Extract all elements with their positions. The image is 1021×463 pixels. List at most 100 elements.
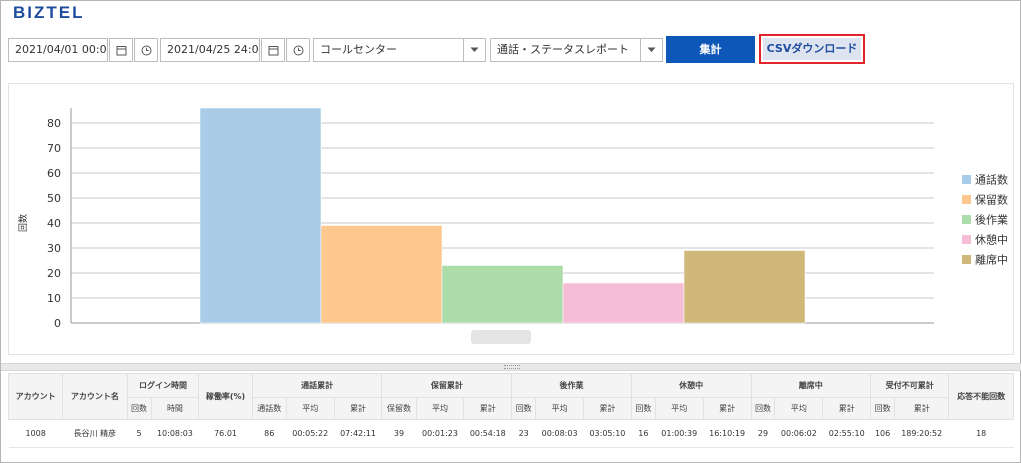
column-group-header[interactable]: 保留累計 [381, 373, 513, 398]
table-cell: 01:00:39 [655, 419, 704, 448]
table-cell: 00:05:22 [286, 419, 335, 448]
table-row[interactable]: 1008 長谷川 精彦 5 10:08:03 76.01 86 00:05:22 07:42:… [8, 419, 1014, 448]
table-cell: 23 [511, 419, 536, 448]
column-sub-header[interactable]: 時間 [150, 397, 200, 420]
column-group-header[interactable]: 通話累計 [251, 373, 383, 398]
legend-swatch [962, 215, 971, 224]
panel-splitter[interactable] [1, 363, 1021, 371]
end-datetime-input[interactable]: 2021/04/25 24:00 [160, 38, 260, 62]
csv-download-button[interactable]: CSVダウンロード [759, 34, 865, 64]
column-group-header[interactable]: 休憩中 [630, 373, 752, 398]
group-select-value: コールセンター [320, 43, 397, 56]
chevron-down-icon[interactable] [640, 39, 662, 61]
header-row-sub: 回数 時間 通話数 平均 累計 保留数 平均 累計 回数 平均 累計 回数 平均 累計 回数 平均 累計 回数 累計 [9, 397, 1014, 420]
legend-label: 後作業 [975, 213, 1008, 227]
table-cell: 1008 [8, 419, 63, 448]
report-type-value: 通話・ステータスレポート [497, 43, 629, 56]
y-tick-label: 70 [47, 142, 61, 155]
bar-3 [441, 265, 564, 324]
table-cell: 00:54:18 [463, 419, 512, 448]
column-group-header[interactable]: アカウント [7, 373, 64, 420]
start-clock-icon[interactable] [134, 38, 158, 62]
table-cell: 00:01:23 [416, 419, 464, 448]
table-cell: 16:10:19 [703, 419, 751, 448]
table-cell: 39 [381, 419, 417, 448]
y-axis-label: 回数 [17, 214, 29, 232]
table-cell: 00:06:02 [774, 419, 823, 448]
column-group-header[interactable]: アカウント名 [62, 373, 128, 420]
report-table-header: アカウント アカウント名 ログイン時間 稼働率(%) 通話累計 保留累計 後作業 休憩中 離席中… [7, 373, 1014, 420]
column-group-header[interactable]: 後作業 [511, 373, 632, 398]
column-sub-header[interactable]: 通話数 [251, 397, 287, 420]
aggregate-button[interactable]: 集計 [666, 36, 755, 63]
table-cell: 03:05:10 [583, 419, 632, 448]
y-tick-label: 0 [54, 317, 61, 330]
header-row-groups: アカウント アカウント名 ログイン時間 稼働率(%) 通話累計 保留累計 後作業 休憩中 離席中… [7, 373, 1014, 420]
table-cell: 76.01 [198, 419, 253, 448]
table-cell: 00:08:03 [535, 419, 584, 448]
column-sub-header[interactable]: 回数 [870, 397, 896, 420]
bar-2 [320, 225, 443, 324]
start-calendar-icon[interactable] [109, 38, 133, 62]
legend-label: 通話数 [975, 173, 1008, 187]
legend-swatch [962, 235, 971, 244]
legend-label: 保留数 [975, 193, 1008, 207]
column-sub-header[interactable]: 回数 [630, 397, 656, 420]
y-tick-label: 10 [47, 292, 61, 305]
y-tick-label: 80 [47, 117, 61, 130]
y-tick-label: 40 [47, 217, 61, 230]
column-sub-header[interactable]: 累計 [702, 397, 752, 420]
chevron-down-icon[interactable] [463, 39, 485, 61]
end-calendar-icon[interactable] [261, 38, 285, 62]
column-sub-header[interactable]: 平均 [535, 397, 585, 420]
column-sub-header[interactable]: 保留数 [381, 397, 417, 420]
report-type-select[interactable]: 通話・ステータスレポート [490, 38, 663, 62]
table-cell: 106 [870, 419, 895, 448]
table-cell: 86 [252, 419, 287, 448]
column-sub-header[interactable]: 回数 [750, 397, 776, 420]
column-sub-header[interactable]: 回数 [511, 397, 537, 420]
table-cell: 18 [948, 419, 1014, 448]
y-tick-label: 20 [47, 267, 61, 280]
table-cell: 29 [751, 419, 775, 448]
column-sub-header[interactable]: 平均 [285, 397, 335, 420]
legend-swatch [962, 255, 971, 264]
table-cell: 07:42:11 [334, 419, 382, 448]
column-group-header[interactable]: ログイン時間 [126, 373, 200, 398]
category-label-redacted [471, 330, 531, 344]
report-table: アカウント アカウント名 ログイン時間 稼働率(%) 通話累計 保留累計 後作業 休憩中 離席中… [7, 373, 1014, 448]
end-clock-icon[interactable] [286, 38, 310, 62]
column-group-header[interactable]: 稼働率(%) [198, 373, 253, 420]
splitter-grip[interactable] [504, 365, 520, 369]
legend-swatch [962, 195, 971, 204]
biztel-logo: BIZTEL [13, 3, 85, 22]
column-sub-header[interactable]: 累計 [583, 397, 632, 420]
table-cell: 5 [127, 419, 152, 448]
bar-5 [683, 250, 806, 324]
group-select[interactable]: コールセンター [313, 38, 486, 62]
bar-chart: 0 10 20 30 40 50 60 70 80 回数 通話数保留数後作業休憩中離席中 [17, 107, 1008, 344]
column-sub-header[interactable]: 回数 [126, 397, 152, 420]
column-group-header[interactable]: 受付不可累計 [870, 373, 950, 398]
column-sub-header[interactable]: 累計 [333, 397, 383, 420]
csv-download-label: CSVダウンロード [763, 38, 861, 60]
bar-4 [562, 282, 685, 324]
column-group-header[interactable]: 離席中 [750, 373, 872, 398]
y-tick-label: 50 [47, 192, 61, 205]
column-sub-header[interactable]: 累計 [463, 397, 513, 420]
column-sub-header[interactable]: 平均 [415, 397, 465, 420]
column-group-header[interactable]: 応答不能回数 [948, 373, 1014, 420]
y-tick-label: 60 [47, 167, 61, 180]
legend-swatch [962, 175, 971, 184]
table-cell: 10:08:03 [151, 419, 199, 448]
column-sub-header[interactable]: 累計 [822, 397, 872, 420]
report-table-body: 1008 長谷川 精彦 5 10:08:03 76.01 86 00:05:22 07:42:… [8, 419, 1014, 448]
chart-panel: 0 10 20 30 40 50 60 70 80 回数 通話数 保留数 後作業 休憩中 離席中 [8, 83, 1014, 355]
column-sub-header[interactable]: 平均 [654, 397, 704, 420]
table-cell: 長谷川 精彦 [62, 419, 128, 448]
start-datetime-input[interactable]: 2021/04/01 00:00 [8, 38, 108, 62]
column-sub-header[interactable]: 平均 [774, 397, 824, 420]
bar-1 [199, 107, 322, 324]
column-sub-header[interactable]: 累計 [894, 397, 950, 420]
table-cell: 16 [631, 419, 656, 448]
